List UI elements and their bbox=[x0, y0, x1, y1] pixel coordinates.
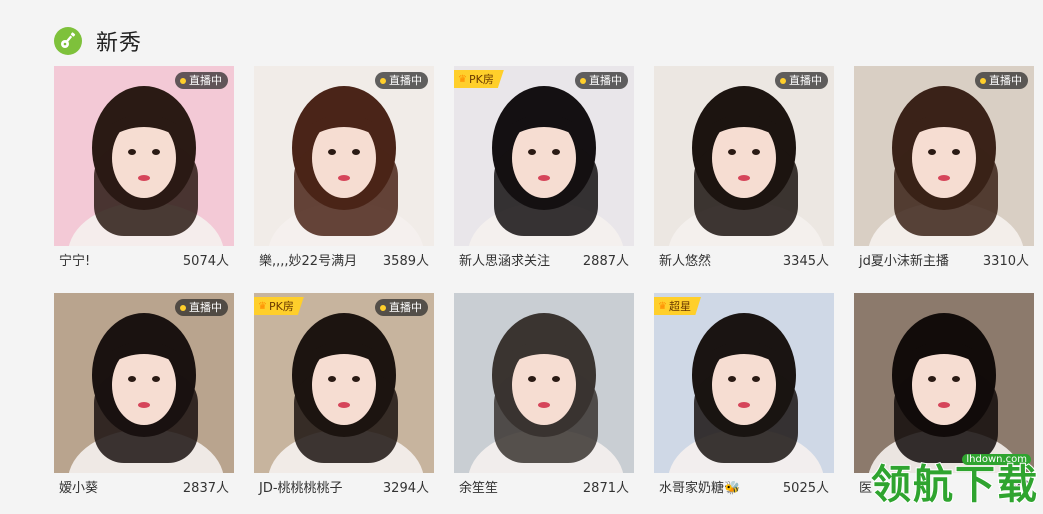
anchor-thumbnail[interactable]: ♛ PK房 直播中 bbox=[454, 66, 634, 246]
anchor-info: JD-桃桃桃桃子 3294人 bbox=[254, 473, 434, 500]
live-status-label: 直播中 bbox=[789, 74, 822, 87]
live-dot-icon bbox=[180, 77, 186, 84]
anchor-info: 新人悠然 3345人 bbox=[654, 246, 834, 273]
crown-icon: ♛ bbox=[258, 300, 267, 312]
anchor-thumbnail[interactable]: ♛ 超星 bbox=[654, 293, 834, 473]
anchor-info: 宁宁! 5074人 bbox=[54, 246, 234, 273]
live-dot-icon bbox=[380, 304, 386, 311]
anchor-card[interactable]: 直播中樂,,,,妙22号满月 3589人 bbox=[254, 66, 434, 273]
anchor-info: 新人思涵求关注 2887人 bbox=[454, 246, 634, 273]
live-status-badge: 直播中 bbox=[375, 72, 428, 89]
anchor-name[interactable]: JD-桃桃桃桃子 bbox=[259, 477, 343, 496]
viewer-count: 3589人 bbox=[382, 254, 429, 269]
live-status-label: 直播中 bbox=[589, 74, 622, 87]
anchor-photo bbox=[654, 293, 834, 473]
live-dot-icon bbox=[780, 77, 786, 84]
viewer-count: 2887人 bbox=[582, 254, 629, 269]
watermark-text: 领航下载 bbox=[870, 460, 1039, 509]
anchor-card[interactable]: 直播中新人悠然 3345人 bbox=[654, 66, 834, 273]
anchor-info: jd夏小沫新主播 3310人 bbox=[854, 246, 1034, 273]
crown-icon: ♛ bbox=[658, 300, 667, 312]
anchor-card[interactable]: 余笙笙 2871人 bbox=[454, 293, 634, 500]
anchor-card[interactable]: 直播中 jd夏小沫新主播 3310人 bbox=[854, 66, 1034, 273]
viewer-count: 2837人 bbox=[182, 481, 229, 496]
anchor-photo bbox=[54, 293, 234, 473]
room-tag-label: PK房 bbox=[468, 73, 494, 86]
anchor-card[interactable]: ♛ PK房 直播中新人思涵求关注 2887人 bbox=[454, 66, 634, 273]
room-tag-badge: ♛ PK房 bbox=[254, 297, 304, 315]
anchor-photo bbox=[854, 66, 1034, 246]
anchor-photo bbox=[854, 293, 1034, 473]
anchor-photo bbox=[254, 293, 434, 473]
anchor-thumbnail[interactable]: 直播中 bbox=[654, 66, 834, 246]
anchor-name[interactable]: 樂,,,,妙22号满月 bbox=[259, 250, 357, 269]
anchor-photo bbox=[254, 66, 434, 246]
live-status-label: 直播中 bbox=[389, 301, 422, 314]
live-status-badge: 直播中 bbox=[175, 299, 228, 316]
viewer-count: 3310人 bbox=[982, 254, 1029, 269]
live-status-label: 直播中 bbox=[389, 74, 422, 87]
anchor-info: 水哥家奶糖🐝 5025人 bbox=[654, 473, 834, 500]
anchor-name[interactable]: 新人悠然 bbox=[659, 250, 711, 269]
anchor-thumbnail[interactable] bbox=[454, 293, 634, 473]
anchor-info: 余笙笙 2871人 bbox=[454, 473, 634, 500]
section-header: 新秀 bbox=[54, 24, 142, 58]
live-dot-icon bbox=[180, 304, 186, 311]
live-status-badge: 直播中 bbox=[375, 299, 428, 316]
anchor-card[interactable]: ♛ PK房 直播中 JD-桃桃桃桃子 3294人 bbox=[254, 293, 434, 500]
anchor-name[interactable]: 宁宁! bbox=[59, 250, 90, 269]
live-status-badge: 直播中 bbox=[575, 72, 628, 89]
viewer-count: 5074人 bbox=[182, 254, 229, 269]
anchor-name[interactable]: jd夏小沫新主播 bbox=[859, 250, 949, 269]
anchor-name[interactable]: 余笙笙 bbox=[459, 477, 498, 496]
viewer-count: 3294人 bbox=[382, 481, 429, 496]
live-dot-icon bbox=[980, 77, 986, 84]
anchor-info: 樂,,,,妙22号满月 3589人 bbox=[254, 246, 434, 273]
anchor-photo bbox=[454, 66, 634, 246]
room-tag-badge: ♛ 超星 bbox=[654, 297, 701, 315]
viewer-count: 5025人 bbox=[782, 481, 829, 496]
anchor-photo bbox=[54, 66, 234, 246]
section-title: 新秀 bbox=[96, 31, 143, 56]
live-status-badge: 直播中 bbox=[775, 72, 828, 89]
live-status-label: 直播中 bbox=[189, 301, 222, 314]
guitar-icon bbox=[54, 27, 82, 55]
anchor-name[interactable]: 新人思涵求关注 bbox=[459, 250, 550, 269]
crown-icon: ♛ bbox=[458, 73, 467, 85]
anchor-thumbnail[interactable]: ♛ PK房 直播中 bbox=[254, 293, 434, 473]
anchor-photo bbox=[454, 293, 634, 473]
anchor-card[interactable]: 直播中宁宁! 5074人 bbox=[54, 66, 234, 273]
anchor-grid: 直播中 宁宁! 5074人 直播中 樂,,,,妙22号满月 3589人 ♛ PK房 直播中 新人思… bbox=[54, 66, 1034, 500]
anchor-thumbnail[interactable]: 直播中 bbox=[254, 66, 434, 246]
viewer-count: 2871人 bbox=[582, 481, 629, 496]
anchor-card[interactable]: ♛ 超星水哥家奶糖🐝 5025人 bbox=[654, 293, 834, 500]
live-status-label: 直播中 bbox=[189, 74, 222, 87]
anchor-info: 嫒小葵 2837人 bbox=[54, 473, 234, 500]
anchor-thumbnail[interactable]: 直播中 bbox=[854, 66, 1034, 246]
live-status-badge: 直播中 bbox=[975, 72, 1028, 89]
live-status-label: 直播中 bbox=[989, 74, 1022, 87]
room-tag-badge: ♛ PK房 bbox=[454, 70, 504, 88]
watermark-logo: lhdown.com 领航下载 bbox=[849, 454, 1039, 510]
viewer-count: 3345人 bbox=[782, 254, 829, 269]
live-dot-icon bbox=[380, 77, 386, 84]
live-status-badge: 直播中 bbox=[175, 72, 228, 89]
anchor-thumbnail[interactable] bbox=[854, 293, 1034, 473]
anchor-photo bbox=[654, 66, 834, 246]
live-dot-icon bbox=[580, 77, 586, 84]
anchor-thumbnail[interactable]: 直播中 bbox=[54, 293, 234, 473]
anchor-thumbnail[interactable]: 直播中 bbox=[54, 66, 234, 246]
anchor-card[interactable]: 直播中嫒小葵 2837人 bbox=[54, 293, 234, 500]
room-tag-label: PK房 bbox=[268, 300, 294, 313]
anchor-name[interactable]: 水哥家奶糖🐝 bbox=[659, 477, 740, 496]
anchor-name[interactable]: 嫒小葵 bbox=[59, 477, 98, 496]
room-tag-label: 超星 bbox=[668, 300, 691, 313]
